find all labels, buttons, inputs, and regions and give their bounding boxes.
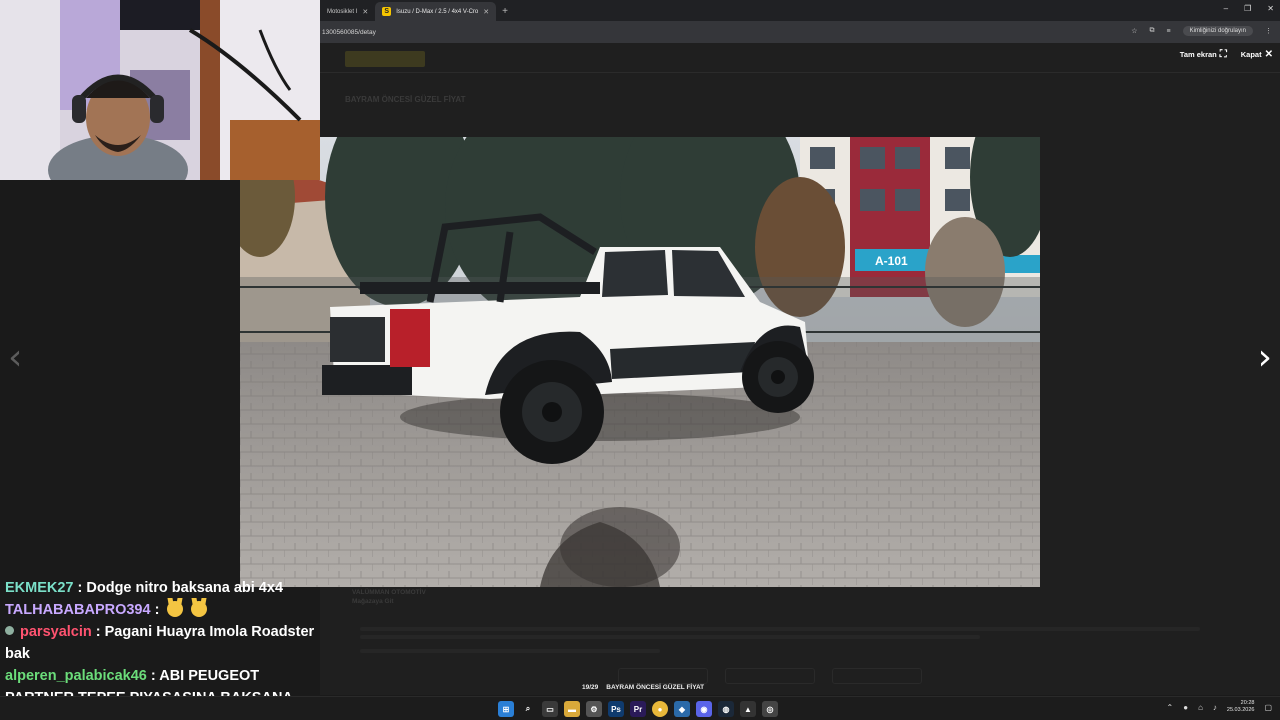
shop-sign: A-101 — [875, 254, 908, 268]
next-photo-arrow-icon[interactable]: › — [1258, 340, 1272, 376]
seller-info-dimmed: VALÜMMAN OTOMOTİV Mağazaya Git — [352, 588, 426, 606]
close-lightbox-button[interactable]: Kapat ✕ — [1241, 49, 1273, 60]
close-label: Kapat — [1240, 50, 1262, 59]
seller-link: Mağazaya Git — [352, 598, 394, 605]
ghost-button — [725, 668, 815, 684]
tab-label: Motosiklet I — [327, 8, 358, 15]
system-clock[interactable]: 20:28 25.03.2026 — [1227, 700, 1255, 714]
steam-icon[interactable]: ◍ — [718, 701, 734, 717]
chat-username: TALHABABAPRO394 — [5, 602, 151, 618]
file-explorer-icon[interactable]: ▬ — [564, 701, 580, 717]
close-tab-icon[interactable]: ✕ — [483, 8, 489, 16]
header-divider — [320, 72, 1280, 73]
chat-separator: : — [91, 624, 105, 640]
lightbox-top-controls: Tam ekran ⛶ Kapat ✕ — [1180, 49, 1273, 60]
text-line-placeholder — [360, 649, 660, 653]
chat-separator: : — [150, 602, 164, 618]
obs-icon[interactable]: ◎ — [762, 701, 778, 717]
bookmark-star-icon[interactable]: ☆ — [1131, 27, 1137, 35]
close-icon: ✕ — [1264, 49, 1273, 60]
fullscreen-button[interactable]: Tam ekran ⛶ — [1180, 49, 1227, 60]
webcam-feed — [0, 0, 320, 180]
close-tab-icon[interactable]: ✕ — [362, 8, 368, 16]
taskbar-apps: ⊞ ⌕ ▭ ▬ ⚙ Ps Pr ● ◆ ◉ ◍ ▲ ◎ — [498, 701, 778, 717]
chat-username: EKMEK27 — [5, 580, 74, 596]
tray-chevron-icon[interactable]: ⌃ — [1167, 703, 1174, 712]
close-window-button[interactable]: ✕ — [1267, 4, 1274, 13]
notification-icon[interactable]: ▢ — [1264, 703, 1272, 712]
volume-icon[interactable]: ♪ — [1213, 703, 1217, 712]
reading-list-icon[interactable]: ≡ — [1167, 28, 1171, 35]
ghost-button — [618, 668, 708, 684]
toolbar-right: ☆ ⧉ ≡ Kimliğinizi doğrulayın ⋮ — [1131, 26, 1272, 36]
chat-badge-icon — [5, 626, 14, 635]
favicon-icon: S — [382, 7, 392, 16]
browser-tab[interactable]: Motosiklet I ✕ — [320, 2, 375, 21]
text-line-placeholder — [360, 635, 980, 639]
chat-separator: : — [146, 668, 160, 684]
photo-caption-text: BAYRAM ÖNCESİ GÜZEL FİYAT — [606, 684, 705, 691]
search-icon[interactable]: ⌕ — [520, 701, 536, 717]
chat-username: alperen_palabicak46 — [5, 668, 147, 684]
browser-tab-active[interactable]: S Isuzu / D-Max / 2.5 / 4x4 V-Cro ✕ — [375, 2, 497, 21]
clock-time: 20:28 — [1240, 700, 1255, 706]
text-line-placeholder — [360, 627, 1200, 631]
seller-name: VALÜMMAN OTOMOTİV — [352, 589, 426, 596]
clock-date: 25.03.2026 — [1226, 707, 1255, 713]
listing-title-dimmed: BAYRAM ÖNCESİ GÜZEL FİYAT — [345, 95, 466, 104]
tab-label: Isuzu / D-Max / 2.5 / 4x4 V-Cro — [396, 8, 479, 15]
chat-username: parsyalcin — [20, 624, 92, 640]
chat-separator: : — [73, 580, 87, 596]
chat-message: EKMEK27 : Dodge nitro baksana abi 4x4 — [5, 577, 315, 599]
vscode-icon[interactable]: ◆ — [674, 701, 690, 717]
chat-message: TALHABABAPRO394 : — [5, 599, 315, 621]
browser-tab-strip: Motosiklet I ✕ S Isuzu / D-Max / 2.5 / 4… — [320, 0, 1280, 21]
start-menu-icon[interactable]: ⊞ — [498, 701, 514, 717]
microphone-icon[interactable]: ● — [1183, 703, 1188, 712]
chrome-icon[interactable]: ● — [652, 701, 668, 717]
fullscreen-label: Tam ekran — [1179, 50, 1217, 59]
system-tray: ⌃ ● ⌂ ♪ 20:28 25.03.2026 ▢ — [1167, 700, 1272, 714]
cat-emote-icon — [191, 601, 208, 617]
minimize-button[interactable]: – — [1224, 4, 1228, 13]
chat-text: Dodge nitro baksana abi 4x4 — [86, 580, 284, 596]
network-icon[interactable]: ⌂ — [1198, 703, 1203, 712]
site-logo — [345, 51, 425, 67]
pickup-truck-photo: A-101 — [240, 137, 1040, 587]
screen: BAYRAM ÖNCESİ GÜZEL FİYAT VALÜMMAN OTOMO… — [0, 0, 1280, 720]
photo-caption: 19/29 BAYRAM ÖNCESİ GÜZEL FİYAT — [582, 684, 704, 691]
cat-emote-icon — [167, 601, 184, 617]
address-bar: 1300560085/detay ☆ ⧉ ≡ Kimliğinizi doğru… — [320, 21, 1280, 43]
previous-photo-arrow-icon[interactable]: ‹ — [8, 340, 22, 376]
listing-photo: A-101 — [240, 137, 1040, 587]
chat-message: parsyalcin : Pagani Huayra Imola Roadste… — [5, 621, 315, 665]
premiere-icon[interactable]: Pr — [630, 701, 646, 717]
fullscreen-icon: ⛶ — [1219, 49, 1227, 60]
stream-chat: EKMEK27 : Dodge nitro baksana abi 4x4 TA… — [5, 577, 315, 709]
extensions-icon[interactable]: ⧉ — [1150, 27, 1155, 35]
settings-icon[interactable]: ⚙ — [586, 701, 602, 717]
windows-taskbar: ⊞ ⌕ ▭ ▬ ⚙ Ps Pr ● ◆ ◉ ◍ ▲ ◎ ⌃ ● ⌂ ♪ 20:2… — [0, 696, 1280, 720]
task-view-icon[interactable]: ▭ — [542, 701, 558, 717]
menu-kebab-icon[interactable]: ⋮ — [1265, 27, 1272, 35]
discord-icon[interactable]: ◉ — [696, 701, 712, 717]
streamer-webcam — [0, 0, 320, 180]
url-field[interactable]: 1300560085/detay — [322, 29, 376, 36]
app-icon[interactable]: ▲ — [740, 701, 756, 717]
window-controls: – ❐ ✕ — [1224, 4, 1274, 13]
profile-button[interactable]: Kimliğinizi doğrulayın — [1182, 26, 1253, 36]
ghost-button — [832, 668, 922, 684]
maximize-button[interactable]: ❐ — [1244, 4, 1251, 13]
photoshop-icon[interactable]: Ps — [608, 701, 624, 717]
new-tab-button[interactable]: + — [496, 2, 514, 21]
photo-counter: 19/29 — [582, 684, 599, 691]
